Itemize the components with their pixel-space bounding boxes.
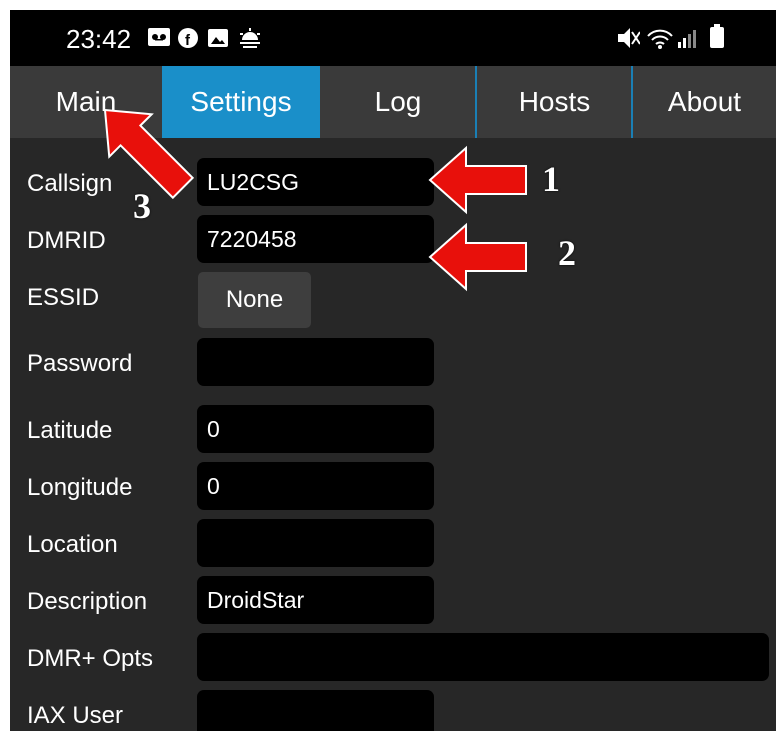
wifi-icon [647,28,673,55]
signal-icon [678,28,700,53]
arrow-1-icon [428,145,527,215]
latitude-label: Latitude [27,417,113,444]
description-label: Description [27,588,148,615]
essid-dropdown[interactable]: None [198,272,311,328]
dmr-opts-label: DMR+ Opts [27,645,154,672]
iax-user-label: IAX User [27,702,124,729]
annotation-number-2: 2 [558,233,576,273]
callsign-label: Callsign [27,170,113,197]
dmrid-field[interactable]: 7220458 [197,215,434,263]
arrow-3-icon [103,108,195,200]
status-time: 23:42 [66,24,132,54]
gallery-icon [208,28,228,53]
status-bar: 23:42 f [10,10,776,66]
iax-user-field[interactable] [197,690,434,731]
longitude-field[interactable]: 0 [197,462,434,510]
longitude-label: Longitude [27,474,133,501]
voicemail-icon [148,28,170,51]
description-field[interactable]: DroidStar [197,576,434,624]
tab-log[interactable]: Log [320,66,476,138]
location-label: Location [27,531,118,558]
dmr-opts-field[interactable] [197,633,769,681]
mute-icon [618,28,641,53]
tab-hosts[interactable]: Hosts [477,66,632,138]
annotation-number-1: 1 [542,159,560,199]
app-screen: 23:42 f Main Settings Log Hosts About Ca… [10,10,776,731]
annotation-number-3: 3 [133,186,151,226]
password-label: Password [27,350,133,377]
weather-icon [238,28,262,53]
tab-about[interactable]: About [633,66,776,138]
latitude-field[interactable]: 0 [197,405,434,453]
facebook-icon: f [178,28,198,53]
callsign-field[interactable]: LU2CSG [197,158,434,206]
password-field[interactable] [197,338,434,386]
essid-label: ESSID [27,284,100,311]
arrow-2-icon [428,222,527,292]
dmrid-label: DMRID [27,227,106,254]
battery-icon [710,24,724,53]
location-field[interactable] [197,519,434,567]
